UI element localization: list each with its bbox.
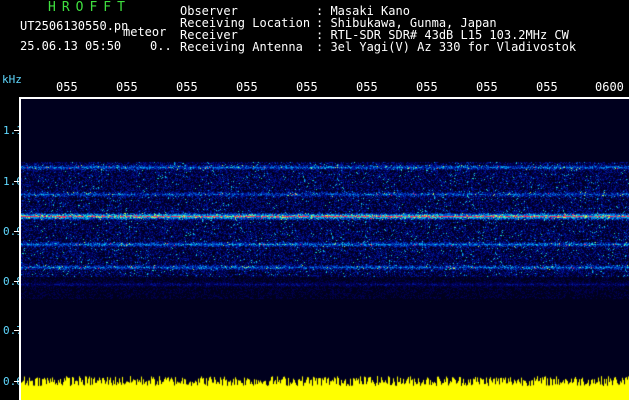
time-label: 055 (416, 80, 438, 94)
time-label: 055 (236, 80, 258, 94)
time-label: 055 (176, 80, 198, 94)
time-label: 0600 (595, 80, 624, 94)
time-label: 055 (296, 80, 318, 94)
brand-title: HROFFT (48, 0, 131, 15)
frequency-unit: kHz (2, 73, 22, 86)
antenna-label: Receiving Antenna (180, 40, 303, 54)
date-time: 25.06.13 05:50 0.. (20, 39, 172, 53)
header-field-values: : Masaki Kano : Shibukawa, Gunma, Japan … (316, 5, 576, 53)
time-label: 055 (56, 80, 78, 94)
spectrogram-waterfall (21, 99, 629, 400)
file-name: UT2506130550.pn (20, 19, 129, 33)
antenna-value: : 3el Yagi(V) Az 330 for Vladivostok (316, 40, 577, 54)
header-field-labels: Observer Receiving Location Receiver Rec… (180, 5, 310, 53)
time-label: 055 (536, 80, 558, 94)
time-label: 055 (356, 80, 378, 94)
time-label: 055 (476, 80, 498, 94)
time-label: 055 (116, 80, 138, 94)
meteor-label: meteor (123, 25, 167, 39)
